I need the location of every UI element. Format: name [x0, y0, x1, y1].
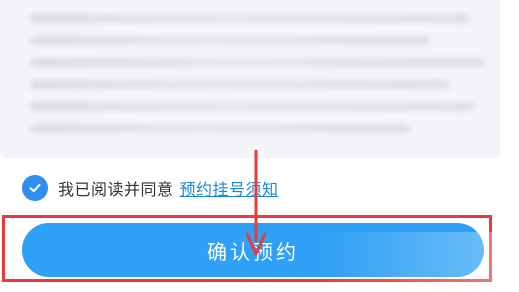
confirm-booking-button[interactable]: 确认预约	[22, 223, 484, 277]
blurred-text-line	[30, 124, 410, 133]
notice-content-panel	[0, 0, 500, 158]
booking-notice-link[interactable]: 预约挂号须知	[180, 176, 279, 200]
agreement-row: 我已阅读并同意 预约挂号须知	[22, 174, 279, 202]
agreement-text: 我已阅读并同意	[58, 180, 174, 199]
blurred-text-line	[30, 80, 450, 89]
blurred-text-line	[30, 36, 430, 45]
blurred-text-line	[30, 102, 475, 111]
agreement-checkbox[interactable]	[22, 175, 48, 201]
booking-confirm-screen: 我已阅读并同意 预约挂号须知 确认预约	[0, 0, 519, 292]
check-icon	[29, 183, 41, 193]
blurred-text-line	[30, 14, 470, 23]
blurred-text-line	[30, 58, 485, 67]
